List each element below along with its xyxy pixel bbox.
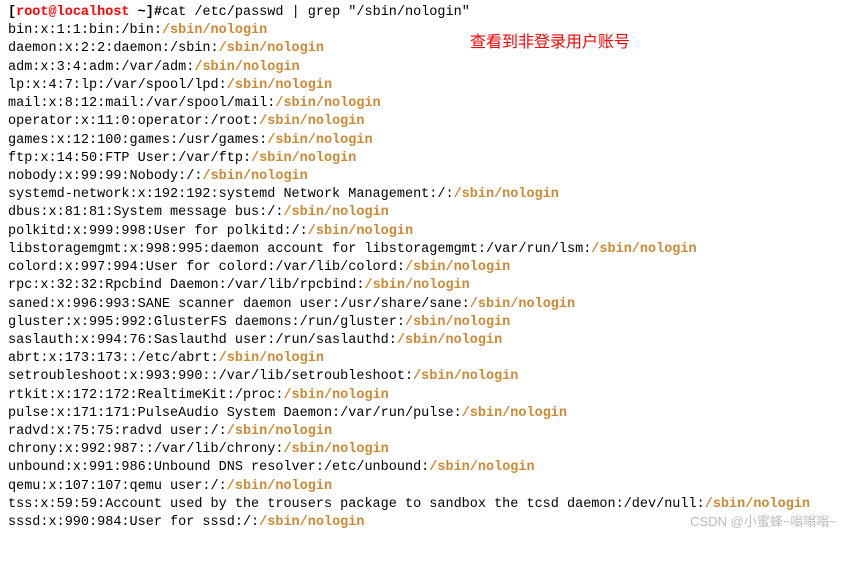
terminal-output: bin:x:1:1:bin:/bin:/sbin/nologindaemon:x… [8,22,841,532]
nologin-highlight: /sbin/nologin [194,60,299,75]
nologin-highlight: /sbin/nologin [454,187,559,202]
prompt-cwd-sep [130,5,138,20]
nologin-highlight: /sbin/nologin [705,497,810,512]
output-line: ftp:x:14:50:FTP User:/var/ftp:/sbin/nolo… [8,150,841,168]
nologin-highlight: /sbin/nologin [251,151,356,166]
nologin-highlight: /sbin/nologin [227,78,332,93]
output-line: games:x:12:100:games:/usr/games:/sbin/no… [8,132,841,150]
output-line: pulse:x:171:171:PulseAudio System Daemon… [8,405,841,423]
output-line: radvd:x:75:75:radvd user:/:/sbin/nologin [8,423,841,441]
nologin-highlight: /sbin/nologin [405,260,510,275]
output-line: saslauth:x:994:76:Saslauthd user:/run/sa… [8,332,841,350]
nologin-highlight: /sbin/nologin [283,388,388,403]
nologin-highlight: /sbin/nologin [267,133,372,148]
prompt-symbol: # [154,5,162,20]
annotation-text: 查看到非登录用户账号 [470,32,630,54]
nologin-highlight: /sbin/nologin [364,278,469,293]
line-prefix: pulse:x:171:171:PulseAudio System Daemon… [8,406,462,421]
line-prefix: ftp:x:14:50:FTP User:/var/ftp: [8,151,251,166]
line-prefix: qemu:x:107:107:qemu user:/: [8,479,227,494]
output-line: dbus:x:81:81:System message bus:/:/sbin/… [8,204,841,222]
line-prefix: tss:x:59:59:Account used by the trousers… [8,497,705,512]
output-line: lp:x:4:7:lp:/var/spool/lpd:/sbin/nologin [8,77,841,95]
nologin-highlight: /sbin/nologin [219,351,324,366]
nologin-highlight: /sbin/nologin [308,224,413,239]
line-prefix: saslauth:x:994:76:Saslauthd user:/run/sa… [8,333,397,348]
output-line: bin:x:1:1:bin:/bin:/sbin/nologin [8,22,841,40]
line-prefix: rpc:x:32:32:Rpcbind Daemon:/var/lib/rpcb… [8,278,364,293]
output-line: qemu:x:107:107:qemu user:/:/sbin/nologin [8,478,841,496]
output-line: gluster:x:995:992:GlusterFS daemons:/run… [8,314,841,332]
nologin-highlight: /sbin/nologin [429,460,534,475]
line-prefix: bin:x:1:1:bin:/bin: [8,23,162,38]
bracket-close: ] [146,5,154,20]
line-prefix: operator:x:11:0:operator:/root: [8,114,259,129]
line-prefix: adm:x:3:4:adm:/var/adm: [8,60,194,75]
line-prefix: rtkit:x:172:172:RealtimeKit:/proc: [8,388,283,403]
nologin-highlight: /sbin/nologin [397,333,502,348]
output-line: rpc:x:32:32:Rpcbind Daemon:/var/lib/rpcb… [8,277,841,295]
line-prefix: dbus:x:81:81:System message bus:/: [8,205,283,220]
command-text: cat /etc/passwd | grep "/sbin/nologin" [162,5,470,20]
output-line: unbound:x:991:986:Unbound DNS resolver:/… [8,459,841,477]
output-line: rtkit:x:172:172:RealtimeKit:/proc:/sbin/… [8,387,841,405]
line-prefix: gluster:x:995:992:GlusterFS daemons:/run… [8,315,405,330]
nologin-highlight: /sbin/nologin [219,41,324,56]
line-prefix: unbound:x:991:986:Unbound DNS resolver:/… [8,460,429,475]
line-prefix: radvd:x:75:75:radvd user:/: [8,424,227,439]
prompt-cwd: ~ [138,5,146,20]
line-prefix: polkitd:x:999:998:User for polkitd:/: [8,224,308,239]
output-line: colord:x:997:994:User for colord:/var/li… [8,259,841,277]
nologin-highlight: /sbin/nologin [259,114,364,129]
nologin-highlight: /sbin/nologin [283,442,388,457]
nologin-highlight: /sbin/nologin [283,205,388,220]
nologin-highlight: /sbin/nologin [405,315,510,330]
nologin-highlight: /sbin/nologin [591,242,696,257]
line-prefix: mail:x:8:12:mail:/var/spool/mail: [8,96,275,111]
line-prefix: setroubleshoot:x:993:990::/var/lib/setro… [8,369,413,384]
output-line: tss:x:59:59:Account used by the trousers… [8,496,841,514]
nologin-highlight: /sbin/nologin [275,96,380,111]
line-prefix: abrt:x:173:173::/etc/abrt: [8,351,219,366]
line-prefix: nobody:x:99:99:Nobody:/: [8,169,202,184]
line-prefix: daemon:x:2:2:daemon:/sbin: [8,41,219,56]
output-line: saned:x:996:993:SANE scanner daemon user… [8,296,841,314]
line-prefix: chrony:x:992:987::/var/lib/chrony: [8,442,283,457]
line-prefix: lp:x:4:7:lp:/var/spool/lpd: [8,78,227,93]
nologin-highlight: /sbin/nologin [162,23,267,38]
output-line: polkitd:x:999:998:User for polkitd:/:/sb… [8,223,841,241]
nologin-highlight: /sbin/nologin [227,424,332,439]
command-line: [root@localhost ~]#cat /etc/passwd | gre… [8,4,841,22]
nologin-highlight: /sbin/nologin [227,479,332,494]
output-line: libstoragemgmt:x:998:995:daemon account … [8,241,841,259]
output-line: systemd-network:x:192:192:systemd Networ… [8,186,841,204]
nologin-highlight: /sbin/nologin [413,369,518,384]
line-prefix: colord:x:997:994:User for colord:/var/li… [8,260,405,275]
line-prefix: sssd:x:990:984:User for sssd:/: [8,515,259,530]
nologin-highlight: /sbin/nologin [202,169,307,184]
output-line: adm:x:3:4:adm:/var/adm:/sbin/nologin [8,59,841,77]
prompt-user: root@localhost [16,5,129,20]
line-prefix: saned:x:996:993:SANE scanner daemon user… [8,297,470,312]
nologin-highlight: /sbin/nologin [470,297,575,312]
output-line: setroubleshoot:x:993:990::/var/lib/setro… [8,368,841,386]
output-line: nobody:x:99:99:Nobody:/:/sbin/nologin [8,168,841,186]
output-line: chrony:x:992:987::/var/lib/chrony:/sbin/… [8,441,841,459]
output-line: abrt:x:173:173::/etc/abrt:/sbin/nologin [8,350,841,368]
output-line: daemon:x:2:2:daemon:/sbin:/sbin/nologin [8,40,841,58]
watermark: CSDN @小蜜蜂~嗡嗡嗡~ [690,513,837,531]
line-prefix: libstoragemgmt:x:998:995:daemon account … [8,242,591,257]
nologin-highlight: /sbin/nologin [259,515,364,530]
nologin-highlight: /sbin/nologin [462,406,567,421]
line-prefix: games:x:12:100:games:/usr/games: [8,133,267,148]
output-line: mail:x:8:12:mail:/var/spool/mail:/sbin/n… [8,95,841,113]
output-line: operator:x:11:0:operator:/root:/sbin/nol… [8,113,841,131]
line-prefix: systemd-network:x:192:192:systemd Networ… [8,187,454,202]
bracket-open: [ [8,5,16,20]
